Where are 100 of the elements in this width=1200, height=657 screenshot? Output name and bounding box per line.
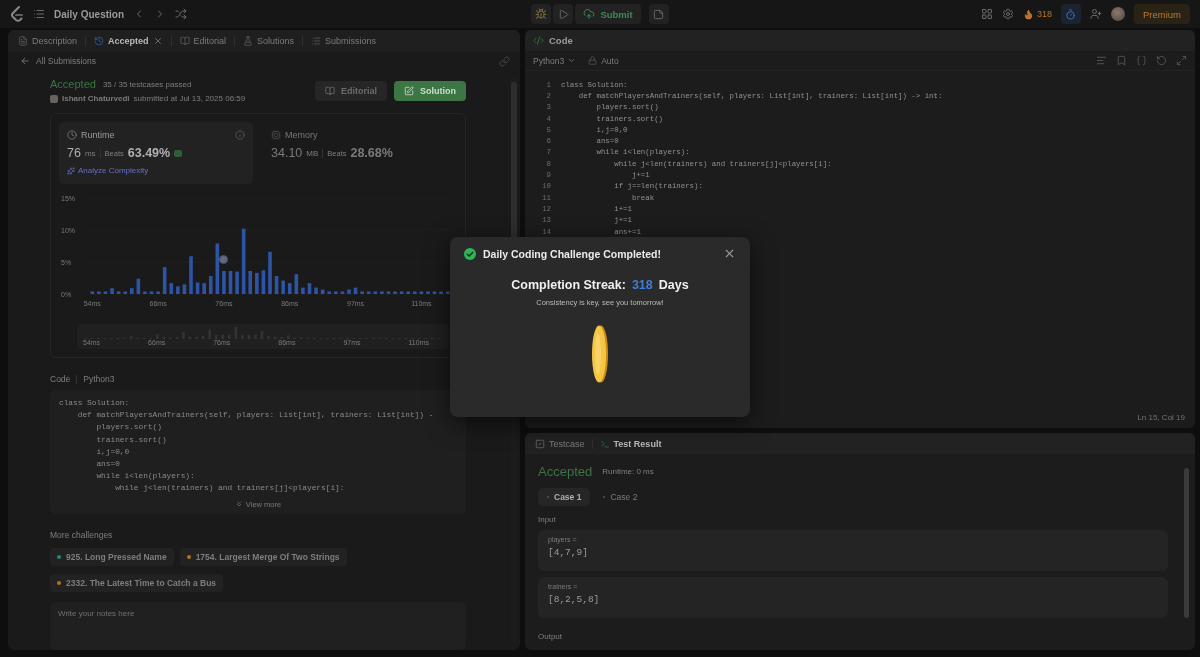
- close-icon[interactable]: [152, 36, 163, 46]
- section-title: More challenges: [50, 529, 113, 540]
- debug-button[interactable]: [531, 4, 552, 24]
- code-label: Code: [50, 374, 71, 384]
- bar: [162, 267, 167, 294]
- close-button[interactable]: [723, 247, 736, 260]
- bar: [366, 291, 371, 294]
- bar: [241, 228, 246, 294]
- bar: [248, 270, 253, 294]
- bar: [97, 291, 101, 294]
- bar: [123, 291, 127, 294]
- avatar-icon[interactable]: [1111, 7, 1125, 21]
- bar: [103, 291, 108, 294]
- tab[interactable]: Solutions: [241, 36, 297, 46]
- tab[interactable]: Description: [16, 36, 80, 46]
- bar: [426, 291, 430, 294]
- bar: [320, 289, 325, 294]
- arrow-left-icon: [20, 56, 30, 66]
- tab[interactable]: Testcase: [533, 438, 587, 449]
- cloud-upload-icon: [583, 8, 596, 20]
- note-icon: [653, 8, 665, 20]
- list-icon[interactable]: [33, 8, 45, 20]
- bar: [327, 291, 332, 294]
- action-button[interactable]: Editorial: [315, 80, 387, 101]
- expand-icon[interactable]: [1176, 55, 1187, 66]
- challenge-link[interactable]: 925. Long Pressed Name: [50, 547, 174, 566]
- case-tab[interactable]: Case 1: [538, 488, 591, 506]
- language-select[interactable]: Python3: [533, 55, 577, 66]
- settings-icon[interactable]: [1001, 8, 1014, 20]
- book-icon: [179, 36, 190, 46]
- chip-icon: [271, 130, 281, 140]
- action-button[interactable]: Solution: [394, 80, 466, 101]
- tab[interactable]: Test Result: [597, 438, 664, 449]
- beats-value: 63.49%: [127, 146, 171, 160]
- grid-icon[interactable]: [980, 8, 993, 20]
- logo-icon[interactable]: [10, 6, 24, 22]
- bar: [281, 280, 285, 294]
- beats-value: 28.68%: [350, 146, 393, 160]
- case-tab[interactable]: Case 2: [594, 488, 647, 506]
- bar: [208, 276, 213, 294]
- submit-button[interactable]: Submit: [575, 4, 641, 24]
- reset-icon[interactable]: [1156, 55, 1167, 66]
- author-name[interactable]: Ishant Chaturvedi: [62, 94, 130, 103]
- info-icon[interactable]: [235, 130, 245, 140]
- list-icon: [311, 36, 322, 46]
- bar: [202, 283, 206, 294]
- status-text: Accepted: [50, 78, 96, 90]
- play-icon: [557, 8, 569, 20]
- tab[interactable]: Editorial: [177, 36, 229, 46]
- cursor-position: Ln 15, Col 19: [1137, 413, 1186, 424]
- bar: [445, 291, 450, 294]
- bar: [360, 291, 364, 294]
- bar: [399, 291, 404, 294]
- stat-label: Runtime: [81, 130, 115, 140]
- note-button[interactable]: [648, 4, 669, 24]
- bar: [393, 291, 397, 294]
- runtime-text: Runtime: 0 ms: [602, 467, 654, 476]
- lock-icon: [588, 56, 598, 65]
- bar: [268, 251, 272, 294]
- code-icon: [533, 35, 544, 46]
- stat-unit: ms: [84, 148, 96, 158]
- dialog-title: Daily Coding Challenge Completed!: [483, 247, 661, 260]
- coin-drawing: [591, 325, 609, 383]
- format-icon[interactable]: [1096, 55, 1107, 66]
- tab[interactable]: Submissions: [309, 36, 379, 46]
- check-circle-icon: [464, 247, 476, 260]
- timer-button[interactable]: [1061, 4, 1081, 24]
- challenge-link[interactable]: 2332. The Latest Time to Catch a Bus: [50, 573, 224, 592]
- run-button[interactable]: [553, 4, 574, 24]
- shuffle-icon[interactable]: [175, 8, 187, 20]
- param-value: [8,2,5,8]: [548, 594, 601, 605]
- bar: [353, 287, 358, 294]
- problem-title[interactable]: Daily Question: [54, 8, 124, 20]
- streak-counter[interactable]: 318: [1022, 8, 1052, 20]
- bar: [90, 291, 95, 294]
- bar: [156, 291, 160, 294]
- notes-field[interactable]: Write your notes here: [50, 601, 466, 650]
- tab[interactable]: Accepted: [92, 36, 165, 46]
- premium-button[interactable]: Premium: [1134, 4, 1190, 24]
- close-icon: [723, 247, 736, 260]
- add-user-icon[interactable]: [1090, 8, 1102, 20]
- avatar-marker: [219, 254, 229, 264]
- document-icon: [18, 36, 28, 46]
- braces-icon[interactable]: [1136, 55, 1147, 66]
- checkbox-icon: [535, 438, 545, 449]
- bookmark-icon[interactable]: [1116, 55, 1127, 66]
- badge-icon: [174, 149, 183, 157]
- analyze-link[interactable]: Analyze Complexity: [67, 166, 245, 175]
- back-link[interactable]: All Submissions: [20, 56, 96, 66]
- input-label: Input: [538, 515, 557, 524]
- bar: [301, 287, 305, 294]
- challenge-link[interactable]: 1754. Largest Merge Of Two Strings: [179, 547, 347, 566]
- bar: [347, 289, 351, 294]
- bar: [222, 270, 226, 294]
- bar: [314, 287, 318, 294]
- bar: [413, 291, 417, 294]
- link-icon[interactable]: [499, 55, 510, 67]
- clock-icon: [67, 130, 77, 140]
- bar: [195, 282, 200, 294]
- bar: [215, 243, 220, 294]
